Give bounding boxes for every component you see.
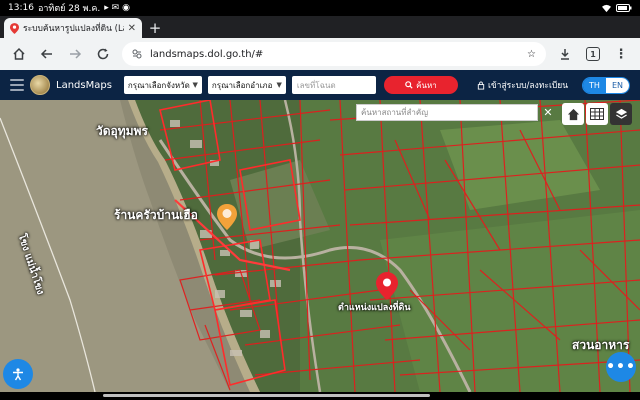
lock-icon [477, 81, 485, 90]
login-label: เข้าสู่ระบบ/ลงทะเบียน [487, 81, 569, 91]
download-icon [561, 49, 569, 60]
satellite-imagery [0, 100, 640, 392]
map-label-restaurant: ร้านครัวบ้านเฮือ [114, 208, 198, 222]
home-map-button[interactable] [562, 103, 584, 125]
site-info-icon[interactable] [132, 49, 142, 59]
dol-logo [30, 75, 50, 95]
browser-tab-title: ระบบค้นหารูปแปลงที่ดิน (Lands [23, 24, 124, 34]
home-icon [567, 108, 579, 120]
new-tab-button[interactable]: + [144, 18, 166, 38]
satellite-map[interactable]: วัดอุทุมพร ร้านครัวบ้านเฮือ โขง แม่น้ำโข… [0, 100, 640, 392]
back-button[interactable] [34, 41, 60, 67]
status-time: 13:16 [8, 3, 34, 13]
reload-icon [97, 48, 109, 60]
close-icon[interactable]: ✕ [540, 104, 556, 121]
lang-en-button[interactable]: EN [605, 77, 629, 93]
browser-menu-button[interactable]: ⋮ [608, 41, 634, 67]
home-gesture-handle[interactable] [103, 394, 430, 397]
layers-icon [615, 108, 627, 119]
grid-button[interactable] [586, 103, 608, 125]
notification-icons: ▸ ✉ ◉ [104, 3, 130, 13]
search-button-label: ค้นหา [416, 80, 437, 90]
map-label-temple: วัดอุทุมพร [96, 124, 148, 138]
district-select[interactable]: กรุณาเลือกอำเภอ ▼ [207, 76, 286, 94]
accessibility-icon [13, 368, 23, 381]
browser-tab[interactable]: ระบบค้นหารูปแปลงที่ดิน (Lands ✕ [4, 18, 142, 38]
more-horizontal-icon: ••• [606, 359, 636, 375]
search-button[interactable]: ค้นหา [383, 76, 458, 94]
chevron-down-icon: ▼ [192, 81, 198, 89]
brand-name: LandsMaps [56, 79, 112, 91]
parcel-number-placeholder: เลขที่โฉนด [296, 80, 336, 90]
close-tab-icon[interactable]: ✕ [128, 23, 136, 34]
system-navigation-bar [0, 392, 640, 400]
location-pin-icon[interactable] [376, 272, 398, 300]
status-date: อาทิตย์ 28 พ.ค. [37, 4, 101, 14]
home-icon [13, 47, 25, 60]
forward-button[interactable] [62, 41, 88, 67]
place-search-placeholder: ค้นหาสถานที่สำคัญ [361, 108, 429, 117]
district-select-value: กรุณาเลือกอำเภอ [211, 80, 273, 90]
browser-toolbar: landsmaps.dol.go.th/# ☆ 1 ⋮ [0, 38, 640, 70]
lang-th-button[interactable]: TH [583, 77, 606, 93]
login-link[interactable]: เข้าสู่ระบบ/ลงทะเบียน [477, 78, 568, 92]
wifi-icon [602, 4, 611, 12]
restaurant-marker-icon[interactable] [217, 204, 237, 230]
more-options-fab[interactable]: ••• [606, 352, 636, 382]
accessibility-fab[interactable] [3, 359, 33, 389]
tab-count: 1 [586, 47, 600, 61]
grid-icon [590, 108, 604, 120]
province-select[interactable]: กรุณาเลือกจังหวัด ▼ [123, 76, 202, 94]
arrow-right-icon [70, 49, 82, 59]
home-button[interactable] [6, 41, 32, 67]
url-text: landsmaps.dol.go.th/# [150, 48, 264, 60]
app-header: LandsMaps กรุณาเลือกจังหวัด ▼ กรุณาเลือก… [0, 70, 640, 100]
place-search-input[interactable]: ค้นหาสถานที่สำคัญ [356, 104, 538, 121]
language-toggle: TH EN [582, 76, 630, 94]
tab-switcher-button[interactable]: 1 [580, 41, 606, 67]
menu-icon[interactable] [10, 79, 24, 91]
browser-tab-strip: ระบบค้นหารูปแปลงที่ดิน (Lands ✕ + [0, 16, 640, 38]
battery-icon [616, 4, 632, 12]
province-select-value: กรุณาเลือกจังหวัด [127, 80, 190, 90]
location-pin-favicon-icon [10, 22, 19, 34]
status-bar: 13:16 อาทิตย์ 28 พ.ค. ▸ ✉ ◉ [0, 0, 640, 16]
map-label-parcel-location: ตำแหน่งแปลงที่ดิน [338, 303, 411, 313]
search-icon [405, 81, 413, 89]
bookmark-star-icon[interactable]: ☆ [527, 49, 536, 60]
download-button[interactable] [552, 41, 578, 67]
more-vertical-icon: ⋮ [614, 46, 628, 62]
reload-button[interactable] [90, 41, 116, 67]
chevron-down-icon: ▼ [276, 81, 282, 89]
address-bar[interactable]: landsmaps.dol.go.th/# ☆ [122, 42, 546, 66]
parcel-number-input[interactable]: เลขที่โฉนด [291, 76, 376, 94]
layers-button[interactable] [610, 103, 632, 125]
arrow-left-icon [40, 49, 52, 59]
